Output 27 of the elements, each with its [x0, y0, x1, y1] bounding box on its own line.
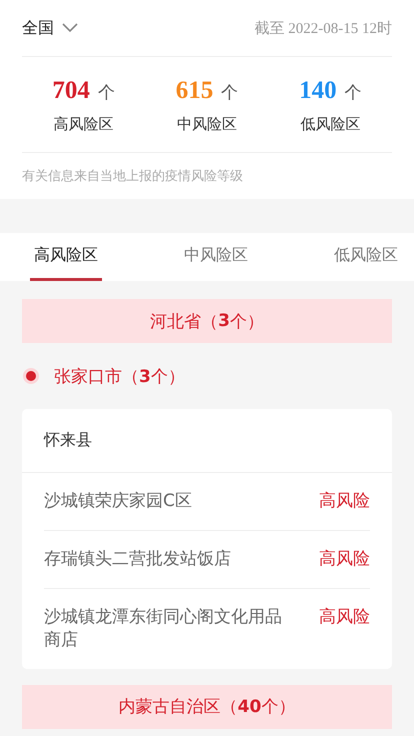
unit-label: 个 [98, 82, 115, 104]
risk-count: 140 [299, 77, 337, 105]
timeline-dot-icon [26, 371, 36, 381]
region-dropdown[interactable]: 全国 [22, 18, 78, 38]
risk-level: 高风险 [319, 490, 370, 513]
city-title: 张家口市（3个） [54, 366, 185, 388]
risk-level: 高风险 [319, 548, 370, 571]
risk-count: 704 [52, 77, 90, 105]
risk-tab[interactable]: 高风险区 [30, 233, 102, 281]
risk-tab[interactable]: 低风险区 [330, 233, 402, 281]
risk-level: 高风险 [319, 606, 370, 629]
risk-count: 615 [176, 77, 214, 105]
risk-label: 高风险区 [54, 115, 114, 134]
province-header[interactable]: 河北省（3个） [22, 299, 392, 343]
place-name: 存瑞镇头二营批发站饭店 [44, 548, 231, 571]
chevron-down-icon [62, 23, 78, 33]
unit-label: 个 [344, 82, 362, 104]
risk-label: 中风险区 [176, 115, 237, 134]
risk-tab[interactable]: 中风险区 [180, 233, 252, 281]
place-name: 沙城镇荣庆家园C区 [44, 490, 192, 513]
place-name: 沙城镇龙潭东街同心阁文化用品商店 [44, 606, 283, 652]
source-note: 有关信息来自当地上报的疫情风险等级 [22, 168, 244, 186]
unit-label: 个 [221, 82, 238, 104]
update-time: 截至 2022-08-15 12时 [254, 20, 392, 38]
risk-label: 低风险区 [300, 115, 360, 134]
county-name: 怀来县 [44, 430, 92, 451]
province-header[interactable]: 内蒙古自治区（40个） [22, 684, 392, 729]
